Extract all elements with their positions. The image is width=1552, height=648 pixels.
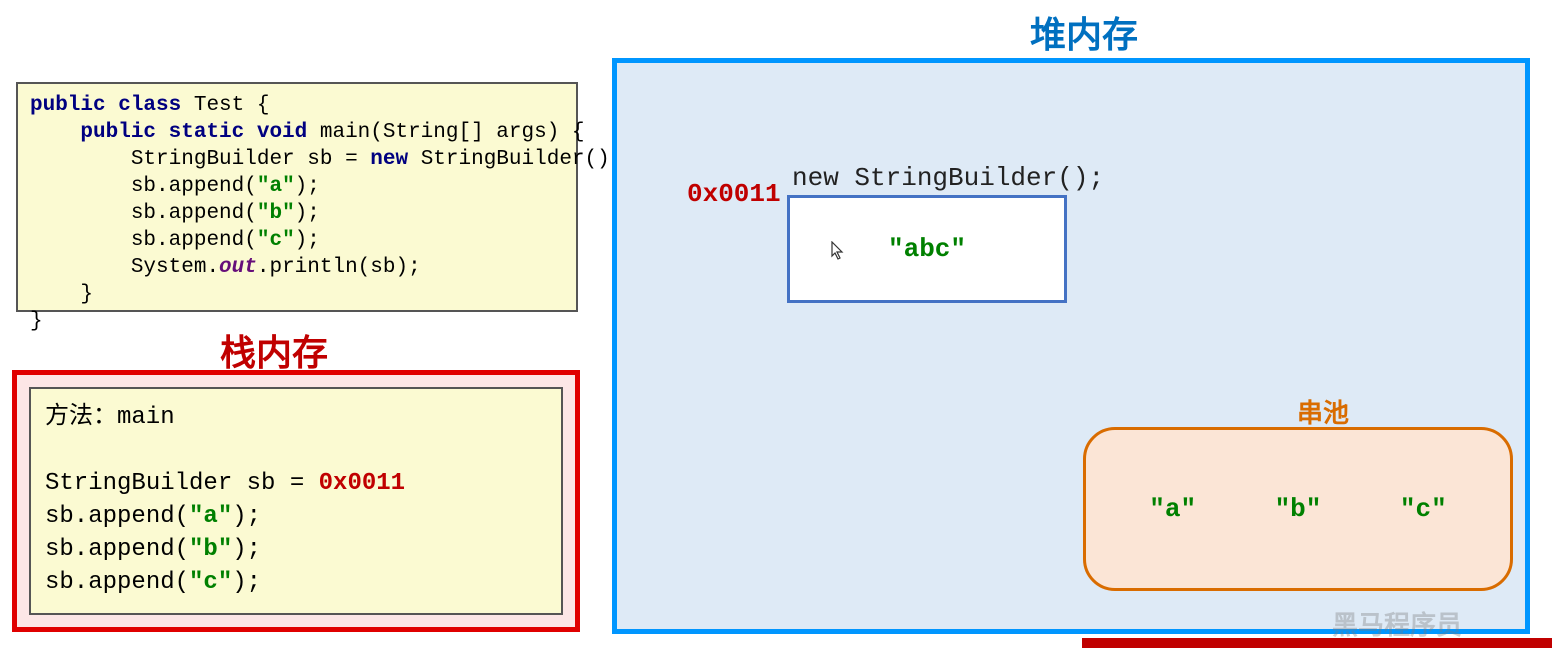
stringbuilder-object: "abc" xyxy=(787,195,1067,303)
stringbuilder-label: new StringBuilder(); xyxy=(792,163,1104,193)
string-literal: "c" xyxy=(257,229,295,252)
pool-item: "c" xyxy=(1400,494,1447,524)
code-text: ); xyxy=(232,569,261,596)
method-label: 方法： xyxy=(45,402,117,429)
stack-title: 栈内存 xyxy=(220,324,328,376)
string-pool-box: "a" "b" "c" xyxy=(1083,427,1513,591)
pool-item: "b" xyxy=(1275,494,1322,524)
string-literal: "b" xyxy=(189,536,232,563)
code-text: } xyxy=(30,310,43,333)
code-text: sb.append( xyxy=(131,202,257,225)
footer-strip xyxy=(1082,638,1552,648)
code-text: sb.append( xyxy=(131,175,257,198)
keyword: public static void xyxy=(80,121,307,144)
code-text: sb.append( xyxy=(45,536,189,563)
string-literal: "a" xyxy=(257,175,295,198)
string-pool-title: 串池 xyxy=(1297,393,1349,430)
stack-memory-box: 方法：main StringBuilder sb = 0x0011 sb.app… xyxy=(12,370,580,632)
keyword: public class xyxy=(30,94,181,117)
string-literal: "c" xyxy=(189,569,232,596)
code-text: ); xyxy=(295,175,320,198)
code-text: sb.append( xyxy=(45,503,189,530)
heap-title: 堆内存 xyxy=(1030,6,1138,58)
stack-frame: 方法：main StringBuilder sb = 0x0011 sb.app… xyxy=(29,387,563,615)
heap-address: 0x0011 xyxy=(687,179,781,209)
memory-address: 0x0011 xyxy=(319,470,405,497)
code-text: ); xyxy=(232,536,261,563)
stringbuilder-content: "abc" xyxy=(888,234,966,264)
code-text: ); xyxy=(232,503,261,530)
pool-item: "a" xyxy=(1149,494,1196,524)
code-text: .println(sb); xyxy=(257,256,421,279)
code-text: Test { xyxy=(181,94,269,117)
keyword: new xyxy=(370,148,408,171)
code-block: public class Test { public static void m… xyxy=(16,82,578,312)
code-text: ); xyxy=(295,202,320,225)
code-text: ); xyxy=(295,229,320,252)
code-text: StringBuilder(); xyxy=(408,148,622,171)
code-text: sb.append( xyxy=(45,569,189,596)
italic-field: out xyxy=(219,256,257,279)
code-text: sb.append( xyxy=(131,229,257,252)
watermark: 黑马程序员 xyxy=(1332,605,1462,642)
string-literal: "a" xyxy=(189,503,232,530)
heap-memory-box: 0x0011 new StringBuilder(); "abc" 串池 "a"… xyxy=(612,58,1530,634)
string-literal: "b" xyxy=(257,202,295,225)
cursor-icon xyxy=(831,241,845,267)
code-text: } xyxy=(30,283,93,306)
code-text: main(String[] args) { xyxy=(307,121,584,144)
code-text: System. xyxy=(131,256,219,279)
method-name: main xyxy=(117,404,175,431)
var-decl: StringBuilder sb = xyxy=(45,470,319,497)
code-text: StringBuilder sb = xyxy=(131,148,370,171)
